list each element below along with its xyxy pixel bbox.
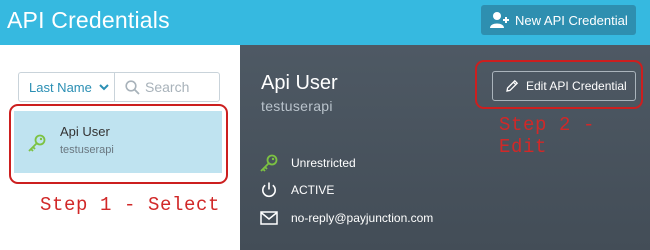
search-input[interactable] — [145, 79, 215, 95]
edit-api-credential-label: Edit API Credential — [526, 79, 627, 93]
credential-name: Api User — [60, 124, 110, 139]
key-icon — [259, 153, 279, 173]
app-header: API Credentials New API Credential — [0, 0, 650, 45]
credential-list-pane: Last Name Api User testuserapi — [0, 45, 240, 250]
credential-list-item[interactable]: Api User testuserapi — [14, 111, 222, 173]
search-field[interactable] — [114, 72, 220, 102]
page-title: API Credentials — [7, 7, 170, 33]
add-user-icon — [489, 11, 509, 29]
access-row: Unrestricted — [259, 153, 356, 173]
access-value: Unrestricted — [291, 156, 356, 170]
new-api-credential-button[interactable]: New API Credential — [481, 5, 636, 35]
step2-annotation: Step 2 - Edit — [499, 114, 596, 158]
sort-select-label: Last Name — [29, 79, 92, 95]
search-icon — [125, 79, 140, 95]
key-icon — [27, 133, 47, 153]
credential-username: testuserapi — [60, 144, 114, 156]
new-api-credential-label: New API Credential — [515, 12, 628, 28]
step1-annotation: Step 1 - Select — [40, 194, 221, 216]
status-row: ACTIVE — [259, 181, 334, 199]
detail-username: testuserapi — [261, 98, 333, 114]
email-value: no-reply@payjunction.com — [291, 211, 434, 225]
status-value: ACTIVE — [291, 183, 335, 197]
envelope-icon — [259, 211, 279, 225]
detail-name: Api User — [261, 72, 338, 94]
sort-select[interactable]: Last Name — [18, 72, 114, 102]
pencil-icon — [505, 79, 519, 93]
chevron-down-icon — [99, 83, 109, 91]
email-row: no-reply@payjunction.com — [259, 211, 433, 225]
power-icon — [259, 181, 279, 199]
edit-api-credential-button[interactable]: Edit API Credential — [492, 71, 636, 101]
